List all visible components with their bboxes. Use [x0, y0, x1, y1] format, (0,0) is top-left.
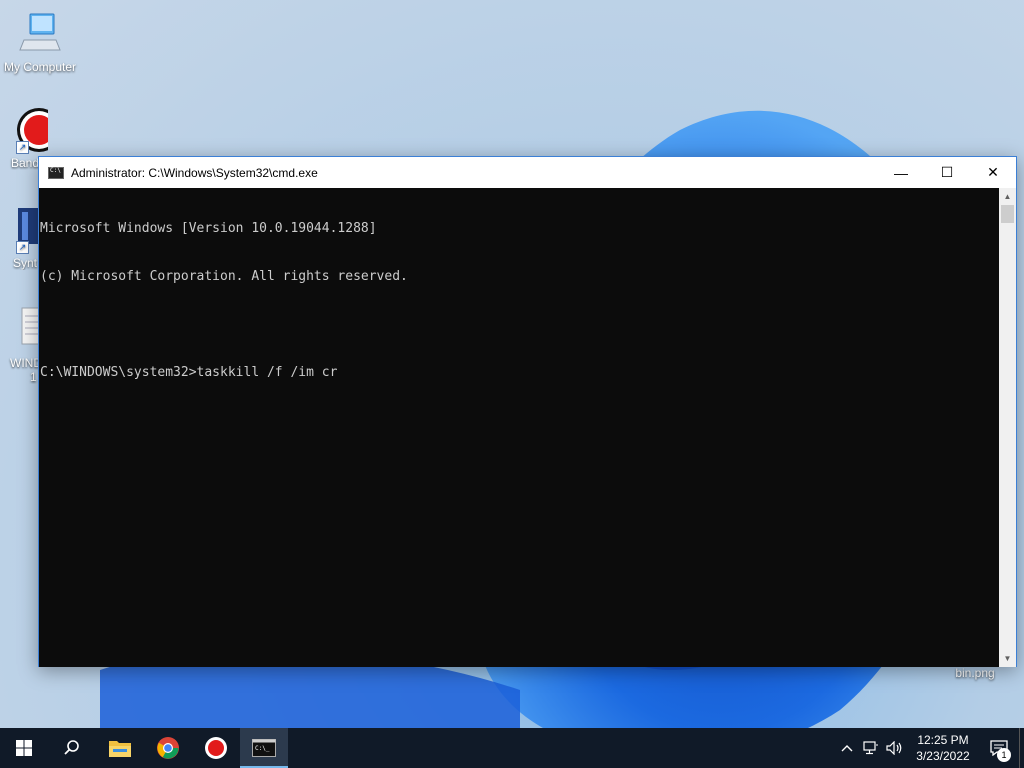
- cmd-window[interactable]: Administrator: C:\Windows\System32\cmd.e…: [38, 156, 1017, 667]
- window-titlebar[interactable]: Administrator: C:\Windows\System32\cmd.e…: [39, 157, 1016, 188]
- scroll-down-arrow-icon[interactable]: ▼: [999, 650, 1016, 667]
- desktop-icon-synt[interactable]: ↗ Synt: [0, 206, 40, 270]
- taskbar-clock[interactable]: 12:25 PM 3/23/2022: [907, 732, 979, 764]
- desktop-icon-label: Synt: [13, 256, 38, 270]
- record-icon: ↗: [0, 106, 48, 154]
- taskbar: C:\_ 12:25 PM 3/23/2022 1: [0, 728, 1024, 768]
- show-hidden-icons-chevron-icon[interactable]: [835, 728, 859, 768]
- vertical-scrollbar[interactable]: ▲ ▼: [999, 188, 1016, 667]
- start-button[interactable]: [0, 728, 48, 768]
- desktop-icon-label: WIND: [10, 356, 40, 370]
- windows-logo-icon: [16, 740, 32, 756]
- taskbar-chrome[interactable]: [144, 728, 192, 768]
- shortcut-arrow-icon: ↗: [16, 141, 29, 154]
- system-tray: 12:25 PM 3/23/2022 1: [835, 728, 1024, 768]
- action-center-button[interactable]: 1: [979, 728, 1019, 768]
- show-desktop-button[interactable]: [1019, 728, 1024, 768]
- search-icon: [64, 740, 79, 755]
- taskbar-file-explorer[interactable]: [96, 728, 144, 768]
- cmd-icon: C:\_: [252, 739, 276, 757]
- desktop-icon-label: My Computer: [3, 60, 77, 74]
- desktop-icon-windows-file[interactable]: WIND 1: [0, 306, 40, 384]
- record-icon: [205, 737, 227, 759]
- text-file-icon: [0, 306, 40, 354]
- taskbar-cmd[interactable]: C:\_: [240, 728, 288, 768]
- network-icon[interactable]: [859, 728, 883, 768]
- volume-icon[interactable]: [883, 728, 907, 768]
- desktop-icon-bin-png[interactable]: bin.png: [935, 666, 1015, 680]
- clock-date: 3/23/2022: [916, 749, 970, 763]
- desktop-icon-label: bin.png: [955, 666, 995, 680]
- search-button[interactable]: [48, 728, 96, 768]
- scroll-up-arrow-icon[interactable]: ▲: [999, 188, 1016, 205]
- window-title: Administrator: C:\Windows\System32\cmd.e…: [71, 165, 318, 180]
- maximize-button[interactable]: ☐: [924, 157, 970, 188]
- computer-icon: [16, 10, 64, 58]
- console-line: Microsoft Windows [Version 10.0.19044.12…: [40, 221, 377, 236]
- minimize-button[interactable]: —: [878, 157, 924, 188]
- svg-text:C:\_: C:\_: [255, 745, 270, 752]
- desktop-icon-label-line2: 1: [30, 370, 37, 384]
- application-icon: ↗: [0, 206, 40, 254]
- taskbar-bandicam[interactable]: [192, 728, 240, 768]
- console-output[interactable]: Microsoft Windows [Version 10.0.19044.12…: [39, 188, 1000, 667]
- console-line: (c) Microsoft Corporation. All rights re…: [40, 269, 408, 284]
- console-prompt-line: C:\WINDOWS\system32>taskkill /f /im cr: [40, 365, 338, 380]
- desktop-icon-my-computer[interactable]: My Computer: [0, 10, 80, 74]
- folder-icon: [109, 741, 131, 757]
- chrome-icon: [157, 737, 179, 759]
- scroll-thumb[interactable]: [1001, 205, 1014, 223]
- notification-count-badge: 1: [997, 748, 1011, 762]
- cmd-icon: [48, 166, 64, 179]
- shortcut-arrow-icon: ↗: [16, 241, 29, 254]
- clock-time: 12:25 PM: [917, 733, 969, 747]
- close-button[interactable]: ✕: [970, 157, 1016, 188]
